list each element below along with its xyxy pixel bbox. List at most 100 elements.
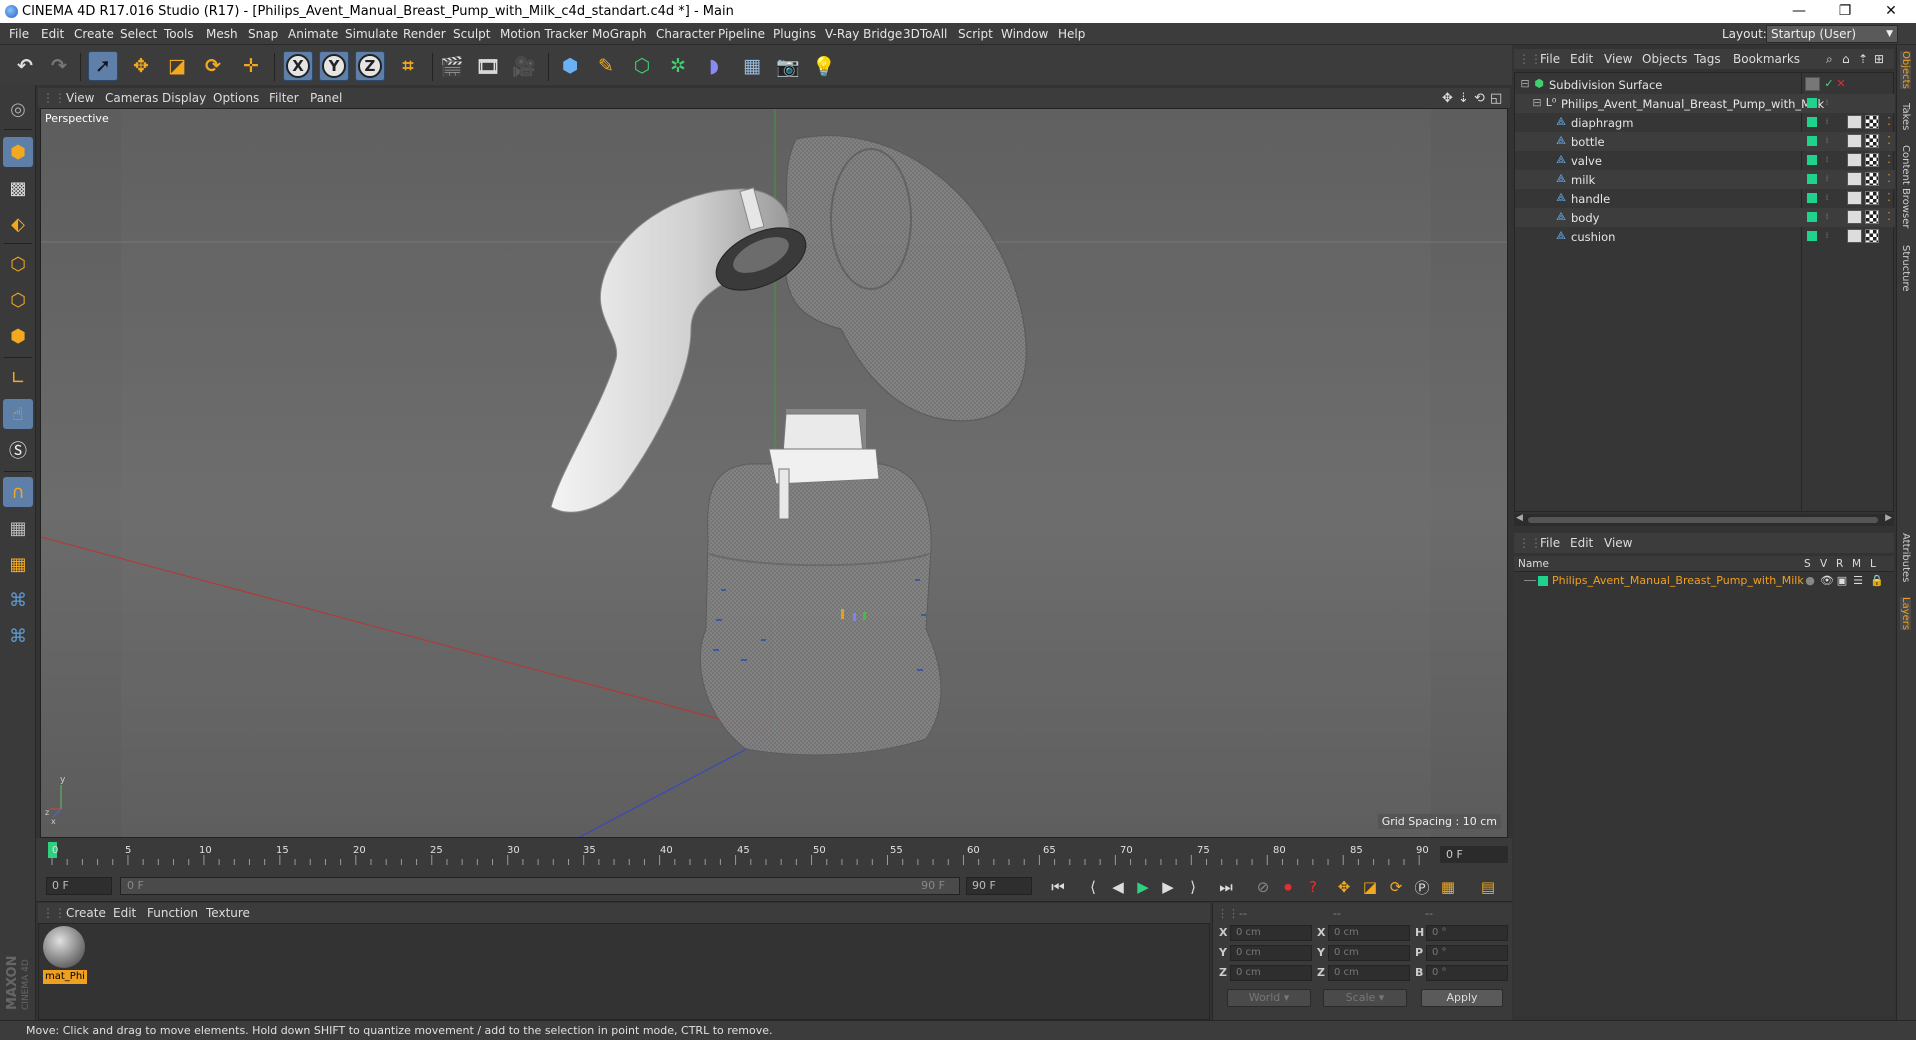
material-menu-edit[interactable]: Edit <box>113 906 136 920</box>
size-z-field[interactable]: 0 cm <box>1328 965 1410 981</box>
layer-menu-view[interactable]: View <box>1604 536 1632 550</box>
layer-menu-file[interactable]: File <box>1540 536 1560 550</box>
layer-color-swatch[interactable] <box>1807 155 1817 165</box>
manager-icon[interactable]: ☰ <box>1852 575 1864 587</box>
arrow-up-icon[interactable]: ⇡ <box>1858 52 1868 66</box>
lock-icon[interactable]: 🔒 <box>1870 575 1884 587</box>
object-row-valve[interactable]: ⟁ valve ⁞ ⁚ <box>1515 151 1895 170</box>
object-menu-file[interactable]: File <box>1540 52 1560 66</box>
object-manager-scrollbar[interactable]: ◀ ▶ <box>1514 513 1894 526</box>
scale-tool-icon[interactable]: ◪ <box>162 51 192 81</box>
search-icon[interactable]: ⌕ <box>1826 52 1833 67</box>
menu-edit[interactable]: Edit <box>41 27 64 41</box>
deformer-icon[interactable]: ◗ <box>699 51 729 81</box>
menu-tools[interactable]: Tools <box>164 27 194 41</box>
tag-dots-icon[interactable]: ⁚ <box>1883 135 1895 147</box>
view-eye-icon[interactable]: 👁 <box>1820 575 1834 587</box>
subdivision-surface-icon[interactable]: ⬡ <box>627 51 657 81</box>
key-rotation-icon[interactable]: ⟳ <box>1384 875 1408 899</box>
object-row-subdivision-surface[interactable]: ⊟ ⬢ Subdivision Surface ✓ ✕ <box>1515 75 1895 94</box>
menu-motion-tracker[interactable]: Motion Tracker <box>500 27 588 41</box>
menu-mograph[interactable]: MoGraph <box>592 27 647 41</box>
phong-tag-icon[interactable] <box>1847 172 1862 186</box>
viewport-maximize-icon[interactable]: ◱ <box>1490 91 1502 106</box>
close-icon[interactable]: ✕ <box>1835 78 1847 90</box>
close-button[interactable]: ✕ <box>1868 0 1914 23</box>
timeline-window-icon[interactable]: ▤ <box>1476 875 1500 899</box>
spline-pen-icon[interactable]: ✎ <box>591 51 621 81</box>
viewport-zoom-icon[interactable]: ⇣ <box>1458 91 1469 106</box>
render-settings-icon[interactable]: 🎥 <box>509 51 539 81</box>
phong-tag-icon[interactable] <box>1847 191 1862 205</box>
move-tool-icon[interactable]: ✥ <box>126 51 156 81</box>
timeline-ruler[interactable]: 0 5 10 15 20 25 30 35 40 45 50 55 60 65 … <box>48 842 1436 866</box>
layer-color-swatch[interactable] <box>1807 212 1817 222</box>
viewport-menu-view[interactable]: View <box>66 91 94 105</box>
menu-render[interactable]: Render <box>403 27 446 41</box>
coordinate-space-select[interactable]: World ▾ <box>1227 989 1311 1007</box>
object-row-milk[interactable]: ⟁ milk ⁞ ⁚ <box>1515 170 1895 189</box>
previous-key-icon[interactable]: ⟨ <box>1081 875 1105 899</box>
layout-select[interactable]: Startup (User) ▼ <box>1766 25 1898 43</box>
menu-simulate[interactable]: Simulate <box>345 27 398 41</box>
viewport-move-icon[interactable]: ✥ <box>1442 91 1453 106</box>
menu-plugins[interactable]: Plugins <box>773 27 816 41</box>
minimize-button[interactable]: — <box>1776 0 1822 23</box>
material-tag-icon[interactable] <box>1865 191 1879 205</box>
end-frame-field[interactable]: 90 F <box>966 877 1032 895</box>
perspective-viewport[interactable]: Perspective y z x Grid Spacing: 10 cm <box>40 108 1508 838</box>
menu-help[interactable]: Help <box>1058 27 1085 41</box>
x-axis-lock-button[interactable]: X <box>283 51 313 81</box>
y-axis-lock-button[interactable]: Y <box>319 51 349 81</box>
scrollbar-thumb[interactable] <box>1528 517 1878 523</box>
object-menu-tags[interactable]: Tags <box>1694 52 1721 66</box>
coordinate-system-icon[interactable]: ⌗ <box>393 51 423 81</box>
layer-color-swatch[interactable] <box>1807 136 1817 146</box>
material-menu-function[interactable]: Function <box>147 906 198 920</box>
polygons-mode-icon[interactable]: ⬢ <box>3 321 33 351</box>
menu-pipeline[interactable]: Pipeline <box>718 27 765 41</box>
viewport-menu-cameras[interactable]: Cameras <box>105 91 158 105</box>
key-scale-icon[interactable]: ◪ <box>1358 875 1382 899</box>
material-preview-sphere[interactable] <box>43 926 85 968</box>
next-frame-icon[interactable]: ▶ <box>1156 875 1180 899</box>
workplane-mode-icon[interactable]: ⬖ <box>3 209 33 239</box>
menu-character[interactable]: Character <box>656 27 715 41</box>
edges-mode-icon[interactable]: ⬡ <box>3 285 33 315</box>
key-position-icon[interactable]: ✥ <box>1332 875 1356 899</box>
phong-tag-icon[interactable] <box>1847 115 1862 129</box>
object-row-group[interactable]: ⊟ L⁰ Philips_Avent_Manual_Breast_Pump_wi… <box>1515 94 1895 113</box>
rot-p-field[interactable]: 0 ° <box>1426 945 1508 961</box>
pos-z-field[interactable]: 0 cm <box>1230 965 1312 981</box>
visibility-dots-icon[interactable]: ⁞ <box>1821 192 1833 204</box>
render-icon[interactable]: ▣ <box>1836 575 1848 587</box>
go-to-start-icon[interactable]: ⏮ <box>1046 875 1070 899</box>
python-script-icon[interactable]: ⌘ <box>3 585 33 615</box>
axis-mode-icon[interactable]: ∟ <box>3 363 33 393</box>
object-menu-view[interactable]: View <box>1604 52 1632 66</box>
lock-workplane-icon[interactable]: ▦ <box>3 513 33 543</box>
menu-animate[interactable]: Animate <box>288 27 338 41</box>
maximize-button[interactable]: ❐ <box>1822 0 1868 23</box>
viewport-menu-panel[interactable]: Panel <box>310 91 342 105</box>
menu-mesh[interactable]: Mesh <box>206 27 238 41</box>
object-row-body[interactable]: ⟁ body ⁞ ⁚ <box>1515 208 1895 227</box>
live-selection-icon[interactable]: ➚ <box>88 51 118 81</box>
autokey-icon[interactable]: ? <box>1301 875 1325 899</box>
tab-objects[interactable]: Objects <box>1900 51 1911 89</box>
tag-dots-icon[interactable]: ⁚ <box>1883 211 1895 223</box>
next-key-icon[interactable]: ⟩ <box>1181 875 1205 899</box>
menu-3dtoall[interactable]: 3DToAll <box>903 27 947 41</box>
snap-icon[interactable]: Ⓢ <box>3 435 33 465</box>
object-menu-bookmarks[interactable]: Bookmarks <box>1733 52 1800 66</box>
material-tag-icon[interactable] <box>1865 229 1879 243</box>
material-menu-texture[interactable]: Texture <box>206 906 250 920</box>
key-pla-icon[interactable]: ▦ <box>1436 875 1460 899</box>
visibility-dots-icon[interactable]: ⁞ <box>1821 173 1833 185</box>
object-menu-edit[interactable]: Edit <box>1570 52 1593 66</box>
layer-color-swatch[interactable] <box>1538 576 1548 586</box>
coordinate-mode-select[interactable]: Scale ▾ <box>1323 989 1407 1007</box>
scroll-right-icon[interactable]: ▶ <box>1885 513 1892 523</box>
magnet-icon[interactable]: ∩ <box>3 477 33 507</box>
size-x-field[interactable]: 0 cm <box>1328 925 1410 941</box>
